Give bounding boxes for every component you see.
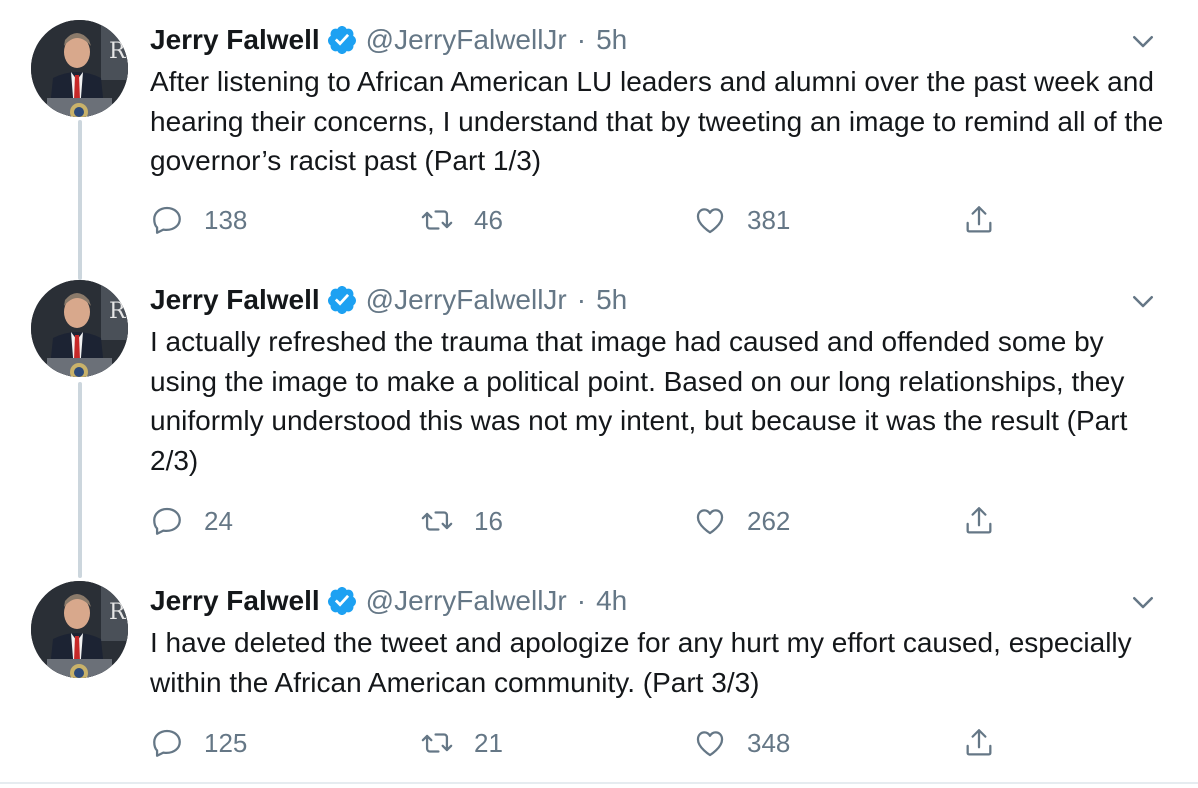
- author-name[interactable]: Jerry Falwell: [150, 280, 320, 320]
- separator: ·: [576, 585, 587, 616]
- timestamp[interactable]: 5h: [596, 20, 627, 60]
- retweet-count: 16: [474, 505, 503, 536]
- like-button[interactable]: 381: [693, 200, 790, 240]
- reply-button[interactable]: 24: [150, 501, 233, 541]
- reply-count: 138: [204, 204, 248, 235]
- author-handle[interactable]: @JerryFalwellJr: [366, 280, 567, 320]
- svg-text:R: R: [109, 299, 127, 324]
- tweet-text: After listening to African American LU l…: [150, 66, 1164, 176]
- author-handle[interactable]: @JerryFalwellJr: [366, 20, 567, 60]
- share-icon: [966, 729, 992, 756]
- chevron-down-icon[interactable]: [1128, 286, 1158, 316]
- like-count: 348: [747, 727, 791, 758]
- chevron-down-icon[interactable]: [1128, 26, 1158, 56]
- separator: ·: [576, 24, 587, 55]
- verified-badge-icon: [326, 284, 358, 316]
- share-icon: [966, 206, 992, 233]
- tweet-header: Jerry Falwell @JerryFalwellJr · 5h: [150, 20, 1166, 60]
- tweet-text: I have deleted the tweet and apologize f…: [150, 627, 1132, 698]
- verified-badge-icon: [326, 24, 358, 56]
- retweet-count: 46: [474, 204, 503, 235]
- reply-count: 24: [204, 505, 233, 536]
- reply-icon: [153, 206, 181, 234]
- tweet-actions: 138 46 381: [150, 200, 1030, 240]
- reply-icon: [153, 729, 181, 757]
- divider: [0, 782, 1198, 784]
- tweet-header: Jerry Falwell @JerryFalwellJr · 5h: [150, 280, 1166, 320]
- heart-icon: [696, 208, 724, 234]
- reply-icon: [153, 507, 181, 535]
- like-button[interactable]: 348: [693, 723, 790, 763]
- like-count: 381: [747, 204, 791, 235]
- reply-count: 125: [204, 727, 248, 758]
- tweet[interactable]: R Jerry Falwell @JerryFalwellJr · 4h I h…: [0, 581, 1198, 781]
- reply-button[interactable]: 138: [150, 200, 247, 240]
- avatar[interactable]: R: [31, 280, 128, 377]
- retweet-icon: [421, 511, 453, 531]
- tweet-actions: 24 16 262: [150, 501, 1030, 541]
- retweet-icon: [421, 210, 453, 230]
- like-count: 262: [747, 505, 791, 536]
- timestamp[interactable]: 4h: [596, 581, 627, 621]
- tweet[interactable]: R Jerry Falwell @JerryFalwellJr · 5h Aft…: [0, 20, 1198, 260]
- like-button[interactable]: 262: [693, 501, 790, 541]
- avatar[interactable]: R: [31, 581, 128, 678]
- avatar[interactable]: R: [31, 20, 128, 117]
- reply-button[interactable]: 125: [150, 723, 247, 763]
- share-button[interactable]: [962, 501, 996, 541]
- share-button[interactable]: [962, 723, 996, 763]
- tweet-text: I actually refreshed the trauma that ima…: [150, 326, 1128, 476]
- tweet-actions: 125 21 348: [150, 723, 1030, 763]
- heart-icon: [696, 731, 724, 757]
- tweet[interactable]: R Jerry Falwell @JerryFalwellJr · 5h I a…: [0, 280, 1198, 562]
- author-name[interactable]: Jerry Falwell: [150, 581, 320, 621]
- verified-badge-icon: [326, 585, 358, 617]
- share-button[interactable]: [962, 200, 996, 240]
- separator: ·: [576, 284, 587, 315]
- retweet-button[interactable]: 16: [420, 501, 503, 541]
- tweet-header: Jerry Falwell @JerryFalwellJr · 4h: [150, 581, 1166, 621]
- svg-text:R: R: [109, 39, 127, 64]
- retweet-button[interactable]: 46: [420, 200, 503, 240]
- author-handle[interactable]: @JerryFalwellJr: [366, 581, 567, 621]
- timestamp[interactable]: 5h: [596, 280, 627, 320]
- author-name[interactable]: Jerry Falwell: [150, 20, 320, 60]
- retweet-icon: [421, 733, 453, 753]
- retweet-button[interactable]: 21: [420, 723, 503, 763]
- svg-text:R: R: [109, 600, 127, 625]
- share-icon: [966, 507, 992, 534]
- chevron-down-icon[interactable]: [1128, 587, 1158, 617]
- heart-icon: [696, 509, 724, 535]
- retweet-count: 21: [474, 727, 503, 758]
